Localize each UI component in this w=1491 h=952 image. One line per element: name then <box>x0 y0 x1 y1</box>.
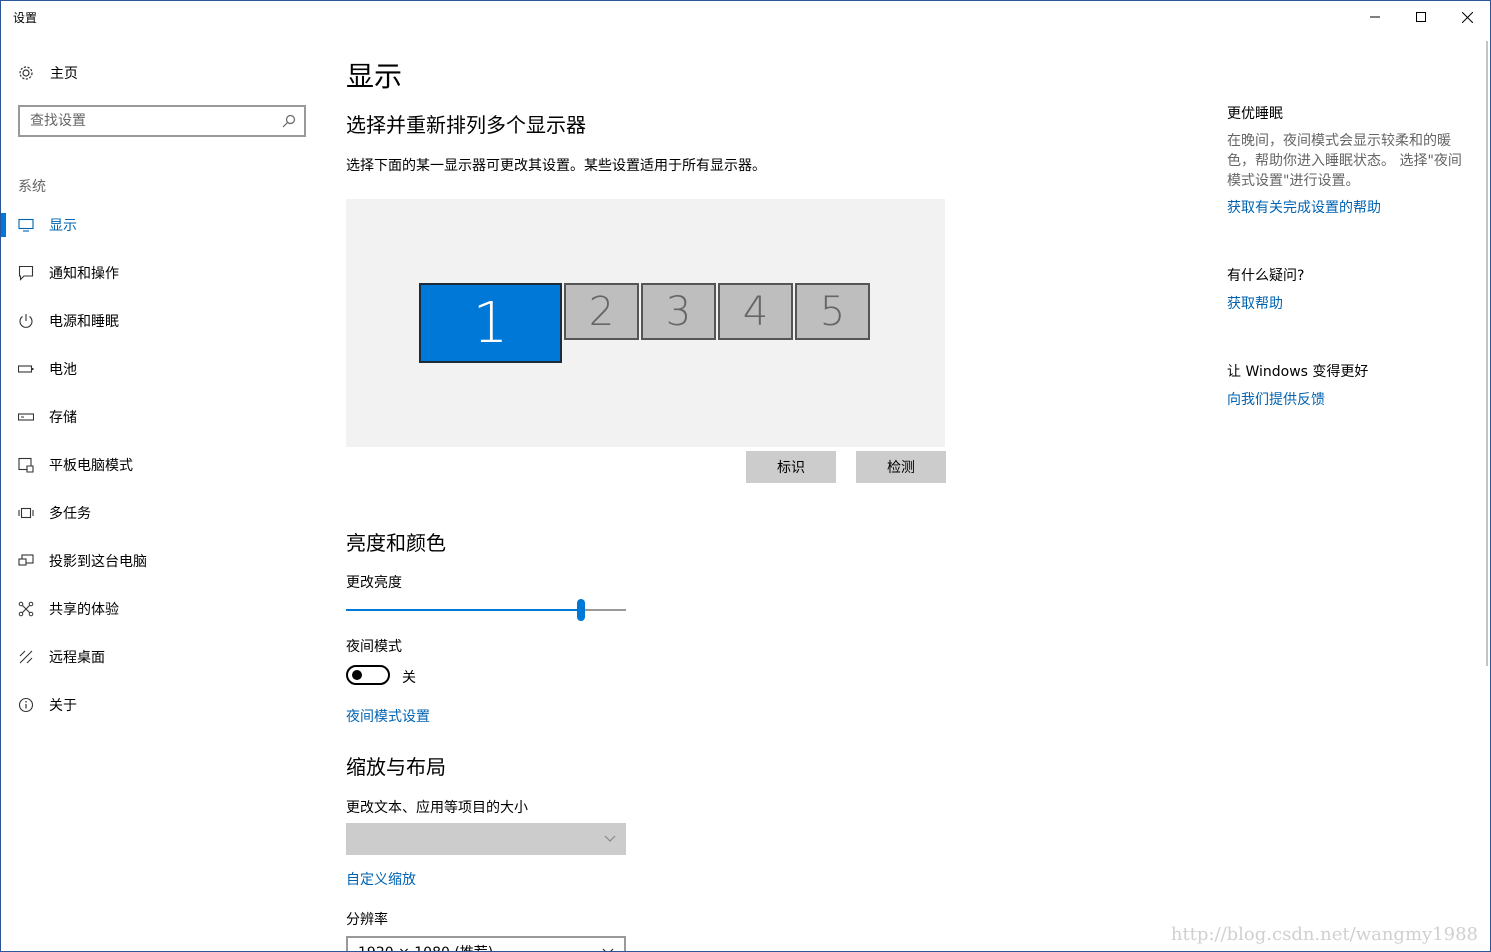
brightness-slider[interactable] <box>346 599 626 621</box>
sidebar-item-label: 通知和操作 <box>49 266 119 282</box>
get-help-link[interactable]: 获取帮助 <box>1227 293 1283 313</box>
sidebar-item-storage[interactable]: 存储 <box>1 393 321 441</box>
gear-icon <box>19 66 33 80</box>
feedback-link[interactable]: 向我们提供反馈 <box>1227 389 1325 409</box>
scrollbar[interactable] <box>1486 41 1488 666</box>
scale-dropdown[interactable] <box>346 823 626 855</box>
sidebar-item-about[interactable]: 关于 <box>1 681 321 729</box>
chevron-down-icon <box>604 835 616 842</box>
sidebar-item-battery[interactable]: 电池 <box>1 345 321 393</box>
minimize-button[interactable] <box>1352 1 1398 33</box>
monitor-arrangement-area: 1 2 3 4 5 <box>346 199 945 447</box>
multitasking-icon <box>17 504 35 522</box>
night-light-toggle[interactable] <box>346 665 390 685</box>
close-button[interactable] <box>1444 1 1490 33</box>
sidebar-item-project[interactable]: 投影到这台电脑 <box>1 537 321 585</box>
monitor-4[interactable]: 4 <box>718 283 793 340</box>
watermark: http://blog.csdn.net/wangmy1988 <box>1170 924 1478 945</box>
slider-thumb[interactable] <box>577 599 585 621</box>
remote-desktop-icon <box>17 648 35 666</box>
sidebar-item-multitasking[interactable]: 多任务 <box>1 489 321 537</box>
project-icon <box>17 552 35 570</box>
maximize-button[interactable] <box>1398 1 1444 33</box>
sidebar-item-display[interactable]: 显示 <box>1 201 321 249</box>
sidebar-item-shared-experiences[interactable]: 共享的体验 <box>1 585 321 633</box>
search-box[interactable] <box>18 105 306 137</box>
sidebar-item-label: 电池 <box>49 362 77 378</box>
tablet-mode-icon <box>17 456 35 474</box>
search-icon[interactable] <box>274 114 304 128</box>
resolution-label: 分辨率 <box>346 912 388 928</box>
minimize-icon <box>1370 16 1380 18</box>
monitor-5[interactable]: 5 <box>795 283 870 340</box>
sidebar-item-label: 远程桌面 <box>49 650 105 666</box>
title-bar: 设置 <box>1 1 1490 33</box>
toggle-knob <box>352 670 362 680</box>
sidebar-item-label: 投影到这台电脑 <box>49 554 147 570</box>
sidebar-item-tablet-mode[interactable]: 平板电脑模式 <box>1 441 321 489</box>
brightness-label: 更改亮度 <box>346 575 402 591</box>
monitor-2[interactable]: 2 <box>564 283 639 340</box>
sidebar-item-notifications[interactable]: 通知和操作 <box>1 249 321 297</box>
settings-window: 设置 主页 系统 <box>0 0 1491 952</box>
home-label: 主页 <box>50 66 78 82</box>
night-light-state: 关 <box>402 670 416 686</box>
shared-experiences-icon <box>17 600 35 618</box>
detect-button[interactable]: 检测 <box>856 451 946 483</box>
sidebar-item-label: 共享的体验 <box>49 602 119 618</box>
custom-scaling-link[interactable]: 自定义缩放 <box>346 869 416 889</box>
sleep-help-link[interactable]: 获取有关完成设置的帮助 <box>1227 197 1381 217</box>
chevron-down-icon <box>602 948 614 951</box>
monitor-3[interactable]: 3 <box>641 283 716 340</box>
storage-drive-icon <box>17 408 35 426</box>
info-icon <box>17 696 35 714</box>
home-link[interactable]: 主页 <box>17 61 78 85</box>
slider-fill <box>346 609 581 611</box>
search-input[interactable] <box>20 107 274 135</box>
sidebar-item-label: 关于 <box>49 698 77 714</box>
identify-button[interactable]: 标识 <box>746 451 836 483</box>
sleep-heading: 更优睡眠 <box>1227 106 1283 122</box>
battery-icon <box>17 360 35 378</box>
sidebar-item-label: 存储 <box>49 410 77 426</box>
speech-bubble-icon <box>17 264 35 282</box>
improve-windows-heading: 让 Windows 变得更好 <box>1227 364 1369 380</box>
scale-label: 更改文本、应用等项目的大小 <box>346 800 528 816</box>
power-icon <box>17 312 35 330</box>
scale-heading: 缩放与布局 <box>346 755 446 779</box>
sleep-text: 在晚间，夜间模式会显示较柔和的暖色，帮助你进入睡眠状态。 选择"夜间模式设置"进… <box>1227 133 1462 189</box>
resolution-dropdown[interactable]: 1920 × 1080 (推荐) <box>346 936 626 951</box>
maximize-icon <box>1416 12 1426 22</box>
sidebar-item-label: 多任务 <box>49 506 91 522</box>
sidebar-item-label: 电源和睡眠 <box>49 314 119 330</box>
monitor-icon <box>17 216 35 234</box>
close-icon <box>1461 11 1473 23</box>
arrange-description: 选择下面的某一显示器可更改其设置。某些设置适用于所有显示器。 <box>346 158 766 174</box>
page-title: 显示 <box>346 60 403 93</box>
arrange-heading: 选择并重新排列多个显示器 <box>346 113 586 137</box>
brightness-heading: 亮度和颜色 <box>346 531 446 555</box>
sidebar-item-power[interactable]: 电源和睡眠 <box>1 297 321 345</box>
sidebar-item-label: 平板电脑模式 <box>49 458 133 474</box>
night-light-settings-link[interactable]: 夜间模式设置 <box>346 706 430 726</box>
resolution-value: 1920 × 1080 (推荐) <box>358 942 493 951</box>
sidebar: 主页 系统 显示 通知和操作 <box>1 33 321 951</box>
sidebar-item-label: 显示 <box>49 218 77 234</box>
monitor-1[interactable]: 1 <box>419 283 562 363</box>
sidebar-nav: 显示 通知和操作 电源和睡眠 电池 存储 平板电脑模式 多任务 投影到这台电脑 … <box>1 201 321 729</box>
section-label-system: 系统 <box>18 179 46 195</box>
window-title: 设置 <box>13 11 38 25</box>
sidebar-item-remote-desktop[interactable]: 远程桌面 <box>1 633 321 681</box>
night-light-label: 夜间模式 <box>346 639 402 655</box>
question-heading: 有什么疑问? <box>1227 268 1305 284</box>
